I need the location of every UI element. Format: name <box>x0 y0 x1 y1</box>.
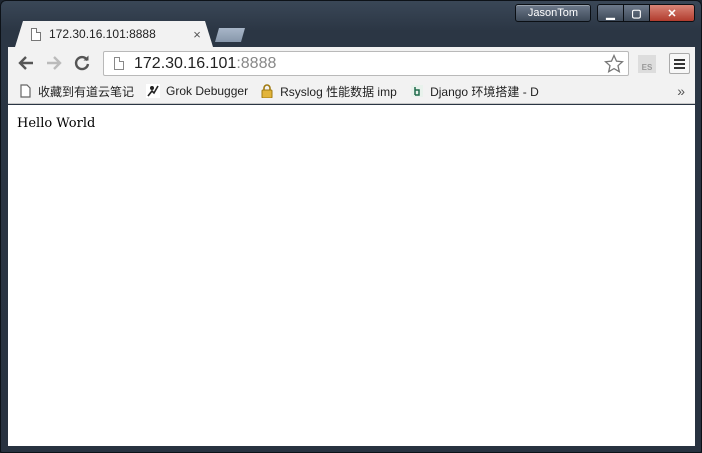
page-icon <box>31 27 41 41</box>
url-port: :8888 <box>236 54 277 72</box>
maximize-button[interactable]: ▢ <box>624 5 650 21</box>
page-content: Hello World <box>8 105 695 446</box>
star-icon[interactable] <box>604 54 624 74</box>
more-bookmarks-button[interactable]: » <box>677 83 685 99</box>
bookmark-label: Grok Debugger <box>166 84 249 98</box>
toolbar: 172.30.16.101 :8888 ES <box>8 47 695 79</box>
document-icon <box>20 84 31 98</box>
reload-icon <box>74 55 90 71</box>
bookmark-label: Django 环境搭建 - D <box>430 84 539 99</box>
forward-button[interactable] <box>40 49 68 77</box>
extension-icon[interactable]: ES <box>638 55 656 73</box>
grok-icon <box>146 84 161 98</box>
menu-button[interactable] <box>669 53 690 74</box>
django-icon <box>411 85 424 97</box>
tab-title: 172.30.16.101:8888 <box>49 27 156 41</box>
bookmark-label: 收藏到有道云笔记 <box>38 84 135 99</box>
bookmark-item[interactable]: Django 环境搭建 - D <box>406 79 548 103</box>
window-controls: ▁ ▢ ✕ <box>597 4 695 22</box>
bookmark-item[interactable]: Rsyslog 性能数据 imp <box>256 79 404 103</box>
browser-window: 172.30.16.101:8888 × JasonTom ▁ ▢ ✕ 172.… <box>0 0 702 453</box>
menu-icon <box>674 58 685 61</box>
arrow-left-icon <box>18 56 33 70</box>
close-window-button[interactable]: ✕ <box>650 5 694 21</box>
profile-button[interactable]: JasonTom <box>515 4 591 22</box>
page-icon <box>114 57 124 70</box>
lock-icon <box>261 84 273 98</box>
back-button[interactable] <box>12 49 40 77</box>
arrow-right-icon <box>47 56 62 70</box>
address-bar[interactable]: 172.30.16.101 :8888 <box>103 51 629 76</box>
tab-active[interactable]: 172.30.16.101:8888 × <box>15 21 213 47</box>
reload-button[interactable] <box>68 49 96 77</box>
page-body-text: Hello World <box>17 116 96 131</box>
bookmark-label: Rsyslog 性能数据 imp <box>280 84 397 99</box>
url-host: 172.30.16.101 <box>134 54 237 72</box>
close-tab-button[interactable]: × <box>187 27 207 42</box>
bookmarks-bar: 收藏到有道云笔记 Grok Debugger Rsyslog 性能数据 imp … <box>8 79 695 104</box>
minimize-button[interactable]: ▁ <box>598 5 624 21</box>
bookmark-item[interactable]: 收藏到有道云笔记 <box>14 79 138 103</box>
bookmark-item[interactable]: Grok Debugger <box>142 79 252 103</box>
new-tab-button[interactable] <box>215 28 245 42</box>
